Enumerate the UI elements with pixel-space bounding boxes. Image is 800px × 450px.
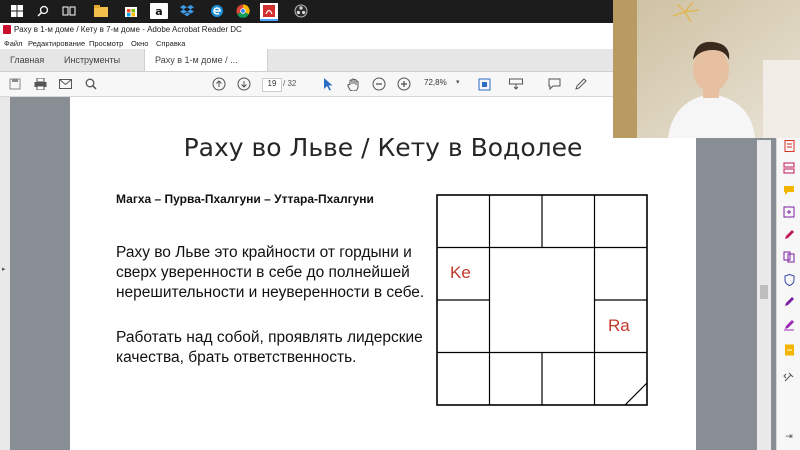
select-cursor-icon[interactable] [320,76,336,92]
rahu-label: Ra [608,316,630,335]
amazon-icon[interactable]: a [150,3,168,19]
slide-subtitle: Магха – Пурва-Пхалгуни – Уттара-Пхалгуни [116,192,374,206]
tab-tools[interactable]: Инструменты [64,49,120,71]
windows-start-icon[interactable] [8,3,26,19]
fit-page-icon[interactable] [476,76,492,92]
pen-icon[interactable] [572,76,588,92]
menu-view[interactable]: Просмотр [89,39,123,48]
zoom-in-icon[interactable] [396,76,412,92]
organize-pages-icon[interactable] [782,161,796,175]
tab-home[interactable]: Главная [10,49,44,71]
print-icon[interactable] [32,76,48,92]
scrollbar-thumb[interactable] [760,285,768,299]
zoom-value: 72,8% [424,78,447,87]
menu-file[interactable]: Файл [4,39,22,48]
edit-pdf-icon[interactable] [782,228,796,242]
slide-paragraph-1: Раху во Льве это крайности от гордыни и … [116,244,425,301]
save-icon[interactable] [7,76,23,92]
comment-icon[interactable] [546,76,562,92]
presenter-video-image [613,0,800,138]
hand-tool-icon[interactable] [345,76,361,92]
fill-sign-icon[interactable] [782,295,796,309]
comment-tool-icon[interactable] [782,183,796,197]
menu-help[interactable]: Справка [156,39,185,48]
webcam-overlay [613,0,800,138]
ketu-label: Ke [450,263,471,282]
page-down-icon[interactable] [236,76,252,92]
create-pdf-icon[interactable] [782,205,796,219]
slide-paragraph-2: Работать над собой, проявлять лидерские … [116,329,423,366]
right-tools-pane: ⇥ [776,137,800,450]
file-explorer-icon[interactable] [92,3,110,19]
zoom-search-icon[interactable] [83,76,99,92]
zoom-select[interactable]: 72,8% ▾ [424,78,464,90]
page-number-input[interactable]: 19 [262,78,282,92]
left-panel-toggle[interactable]: ▸ [0,97,10,450]
tab-document-label: Раху в 1-м доме / ... [155,55,238,65]
send-for-review-icon[interactable] [782,318,796,332]
dropbox-icon[interactable] [178,3,196,19]
tab-document[interactable]: Раху в 1-м доме / ... [144,49,268,71]
pdf-page: Раху во Льве / Кету в Водолее Магха – Пу… [70,97,696,450]
page-up-icon[interactable] [211,76,227,92]
slide-title: Раху во Льве / Кету в Водолее [183,133,583,162]
collapse-pane-icon[interactable]: ⇥ [782,430,796,444]
menu-window[interactable]: Окно [131,39,148,48]
menu-edit[interactable]: Редактирование [28,39,85,48]
combine-files-icon[interactable] [782,250,796,264]
chevron-right-icon[interactable]: ▸ [2,265,6,273]
export-pdf-icon[interactable] [782,139,796,153]
astrology-chart: Ke Ra [436,194,648,406]
chevron-down-icon: ▾ [456,79,460,86]
vertical-scrollbar[interactable] [757,140,771,450]
store-icon[interactable] [122,3,140,19]
fill-sign-document-icon[interactable] [782,343,796,357]
zoom-out-icon[interactable] [371,76,387,92]
acrobat-icon[interactable] [260,3,278,21]
obs-icon[interactable] [292,3,310,19]
chrome-icon[interactable] [234,3,252,19]
keyboard-icon[interactable] [508,76,524,92]
protect-icon[interactable] [782,273,796,287]
page-total: / 32 [283,79,297,88]
acrobat-icon [3,25,11,34]
search-icon[interactable] [34,3,52,19]
more-tools-icon[interactable] [782,370,796,384]
edge-icon[interactable] [208,3,226,19]
window-title: Раху в 1-м доме / Кету в 7-м доме - Adob… [14,25,242,34]
task-view-icon[interactable] [60,3,78,19]
email-icon[interactable] [57,76,73,92]
